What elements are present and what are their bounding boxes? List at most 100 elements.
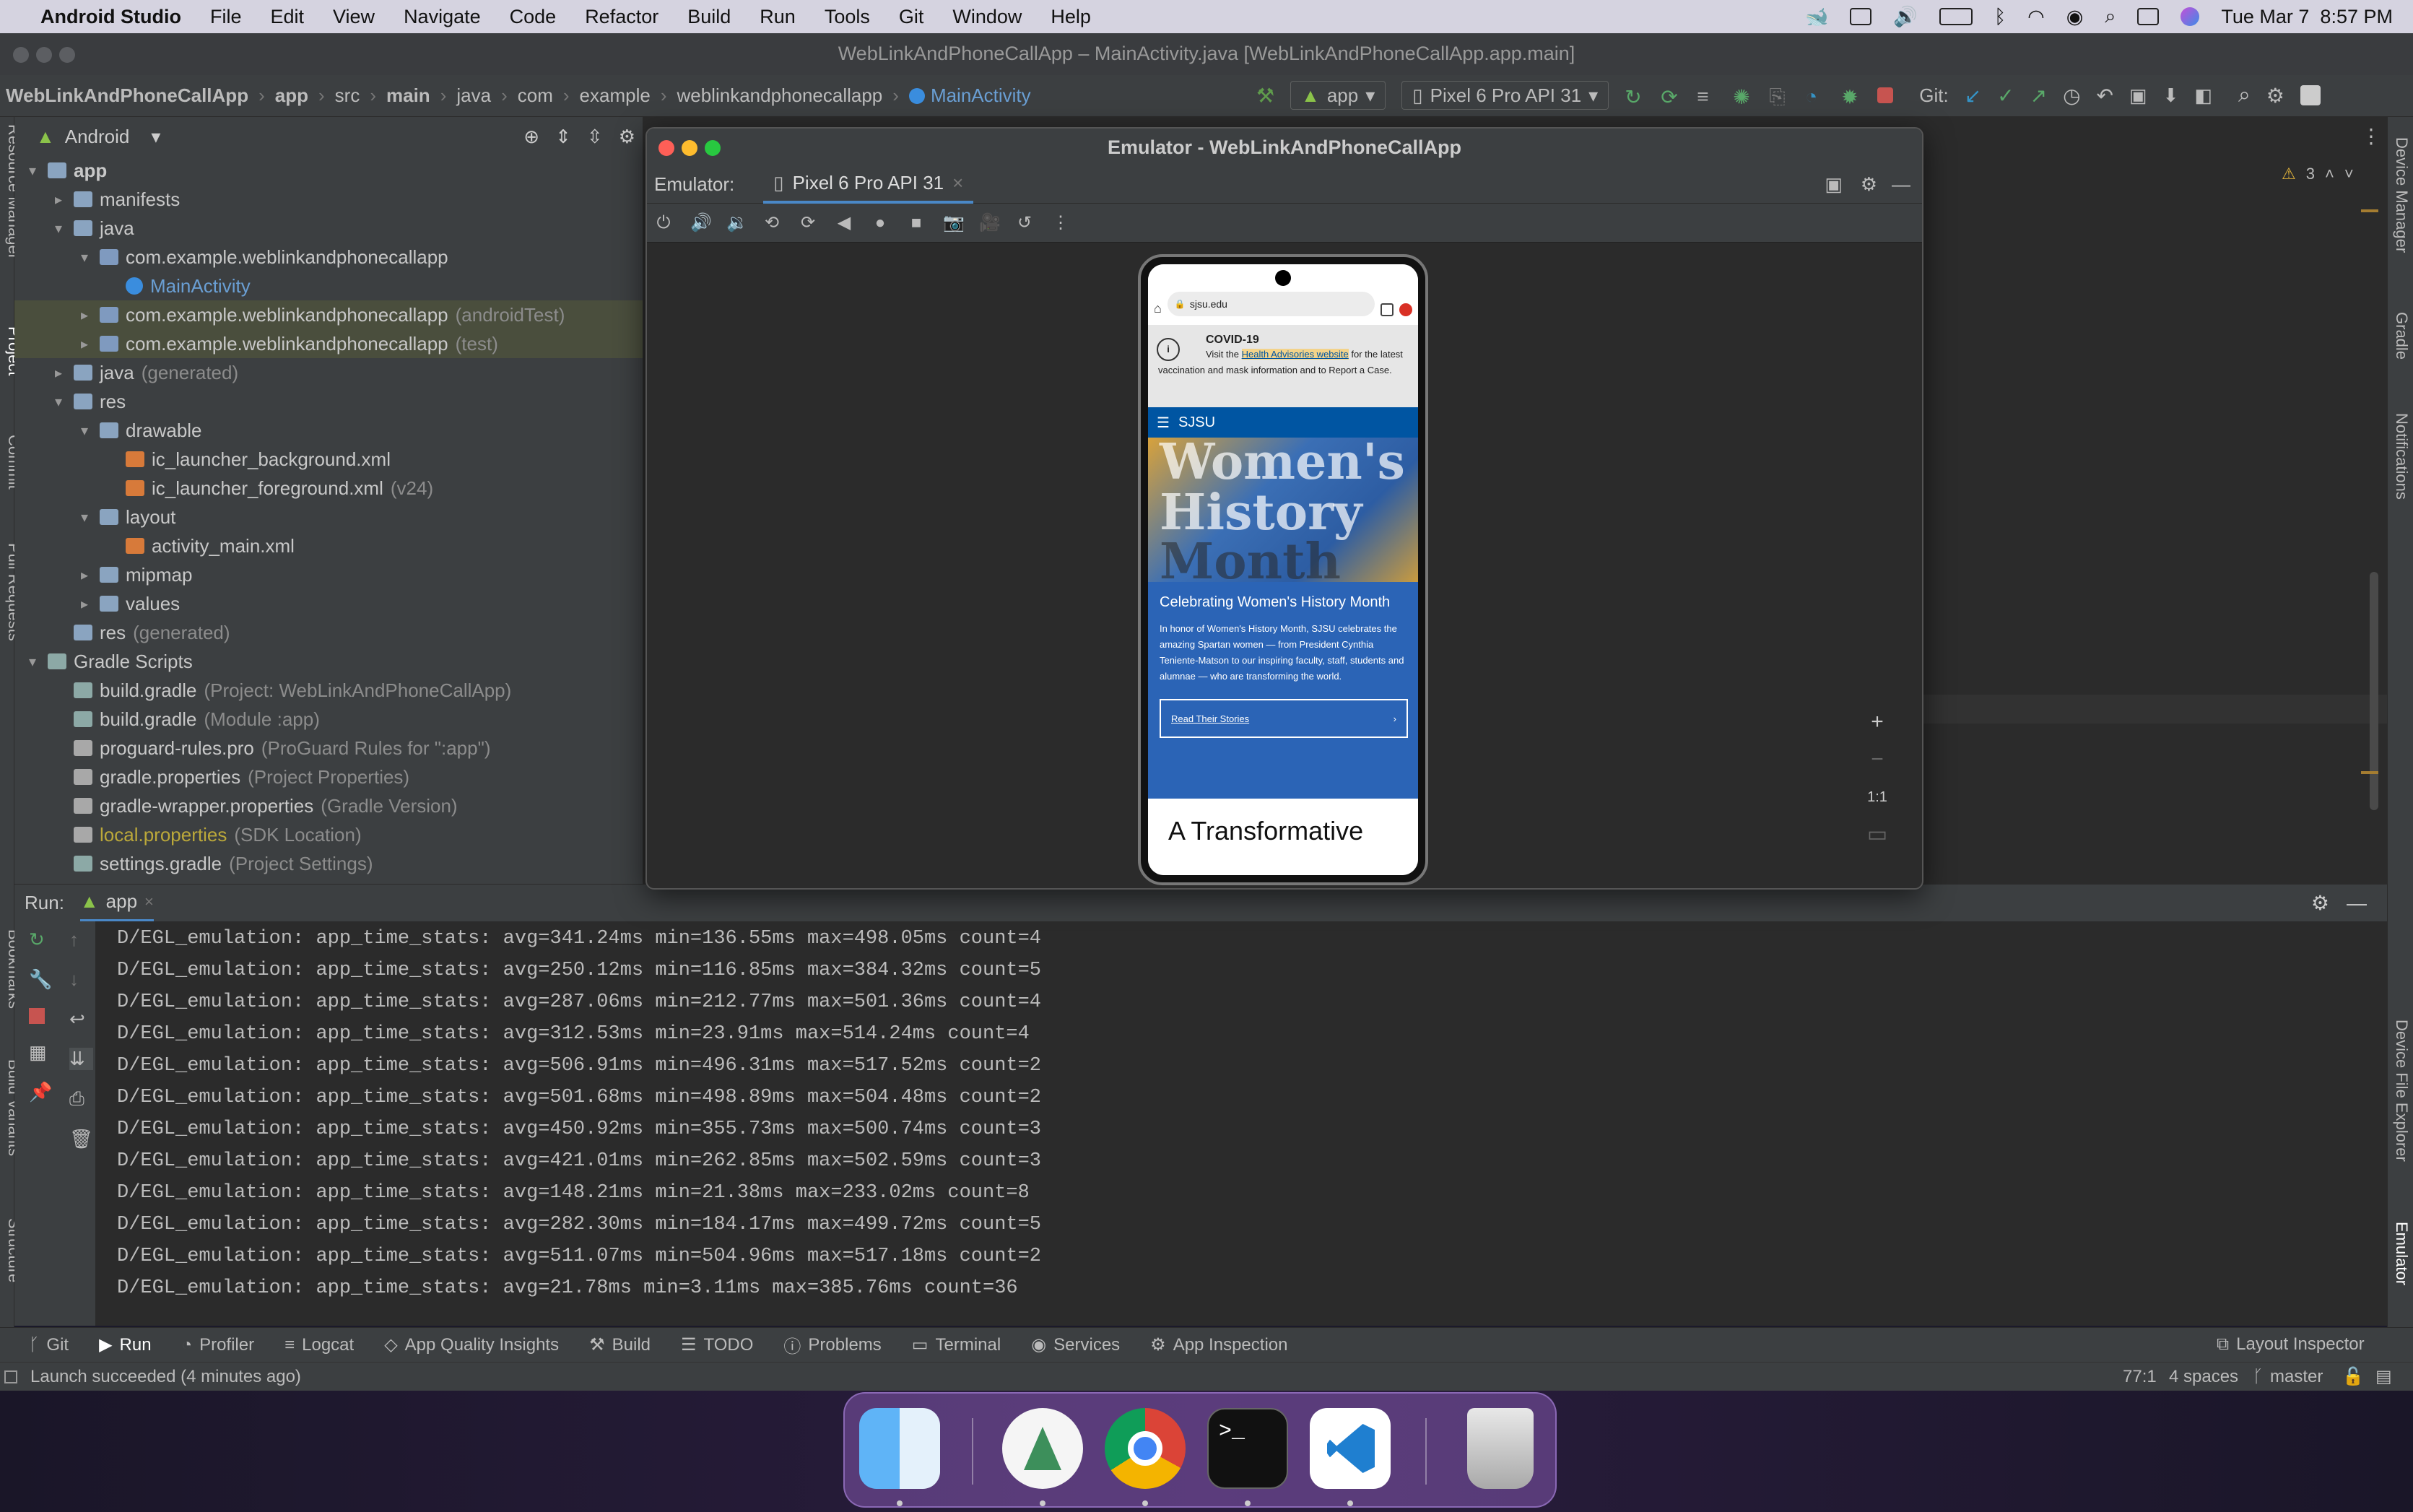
trash-icon[interactable]: 🗑 — [69, 1128, 93, 1150]
gear-icon[interactable]: ⚙ — [619, 126, 635, 148]
tree-item[interactable]: build.gradle (Module :app) — [14, 705, 643, 734]
git-push-icon[interactable]: ↗ — [2030, 84, 2047, 108]
docker-icon[interactable]: 🐋 — [1805, 6, 1828, 28]
history-icon[interactable]: ◷ — [2063, 84, 2080, 108]
android-studio-icon[interactable] — [1002, 1408, 1083, 1489]
search-icon[interactable]: ⌕ — [2238, 83, 2251, 108]
lock-icon[interactable]: 🔓 — [2342, 1366, 2364, 1387]
back-icon[interactable]: ◀ — [835, 213, 853, 233]
device-select[interactable]: ▯ Pixel 6 Pro API 31 ▾ — [1401, 81, 1609, 110]
settings-icon[interactable]: ⚙ — [2266, 84, 2284, 108]
datetime[interactable]: Tue Mar 7 8:57 PM — [2221, 6, 2393, 28]
sdk-manager-icon[interactable]: ⬇ — [2163, 84, 2179, 107]
menu-git[interactable]: Git — [899, 6, 924, 28]
soft-wrap-icon[interactable]: ↩ — [69, 1008, 93, 1030]
menu-window[interactable]: Window — [952, 6, 1022, 28]
tree-item[interactable]: ▾ res — [14, 387, 643, 416]
tool-tab-build[interactable]: ⚒ Build — [589, 1334, 651, 1355]
kebab-menu-icon[interactable]: ⋮ — [2361, 124, 2381, 148]
tree-item[interactable]: ▾ Gradle Scripts — [14, 647, 643, 676]
status-message[interactable]: Launch succeeded (4 minutes ago) — [30, 1367, 301, 1387]
rotate-right-icon[interactable]: ⟳ — [799, 213, 817, 233]
screen-record-icon[interactable]: 🎥 — [979, 213, 1001, 233]
menu-refactor[interactable]: Refactor — [585, 6, 658, 28]
run-console[interactable]: D/EGL_emulation: app_time_stats: avg=341… — [95, 921, 2387, 1326]
git-update-icon[interactable]: ↙ — [1965, 84, 1981, 108]
volume-up-icon[interactable]: 🔊 — [690, 213, 712, 233]
memory-icon[interactable]: ▤ — [2375, 1366, 2392, 1387]
debug-icon[interactable]: ✺ — [1733, 85, 1753, 108]
minimize-icon[interactable]: — — [1892, 173, 1910, 196]
close-window-button[interactable] — [658, 140, 674, 156]
tree-item[interactable]: ▸ mipmap — [14, 560, 643, 589]
zoom-actual-size-button[interactable]: 1:1 — [1861, 781, 1893, 813]
read-stories-button[interactable]: Read Their Stories › — [1160, 699, 1408, 738]
chevron-down-icon[interactable]: ▾ — [51, 393, 66, 411]
debug-attach-icon[interactable]: ✹ — [1841, 85, 1861, 108]
hamburger-menu-icon[interactable]: ☰ — [1157, 414, 1170, 432]
notifications-tab[interactable]: Notifications — [2392, 413, 2411, 500]
collapse-all-icon[interactable]: ⇳ — [587, 126, 603, 148]
layout-inspector-tab[interactable]: ⧉ Layout Inspector — [2217, 1334, 2365, 1355]
trash-icon[interactable] — [1467, 1408, 1534, 1489]
tool-tab-logcat[interactable]: ≡ Logcat — [284, 1335, 354, 1355]
battery-icon[interactable] — [1939, 8, 1973, 25]
overview-icon[interactable]: ■ — [907, 213, 926, 233]
pin-icon[interactable]: 📌 — [29, 1081, 52, 1103]
breadcrumb-item[interactable]: example — [580, 84, 651, 107]
more-icon[interactable]: ⋮ — [1051, 213, 1070, 233]
status-panel-icon[interactable] — [4, 1370, 17, 1383]
menu-code[interactable]: Code — [510, 6, 557, 28]
wrench-icon[interactable]: 🔧 — [29, 968, 52, 991]
tree-item[interactable]: local.properties (SDK Location) — [14, 820, 643, 849]
editor-scrollbar[interactable] — [2370, 572, 2378, 810]
arrow-down-icon[interactable]: ↓ — [69, 968, 93, 991]
zoom-fit-icon[interactable]: ▭ — [1861, 819, 1893, 851]
attach-debugger-icon[interactable]: ⎘ — [1769, 85, 1789, 108]
breadcrumb-item[interactable]: weblinkandphonecallapp — [677, 84, 882, 107]
menu-run[interactable]: Run — [760, 6, 796, 28]
screenshot-icon[interactable]: 📷 — [943, 213, 965, 233]
tree-item[interactable]: gradle-wrapper.properties (Gradle Version… — [14, 791, 643, 820]
chevron-right-icon[interactable]: ▸ — [51, 191, 66, 209]
tree-item[interactable]: build.gradle (Project: WebLinkAndPhoneCal… — [14, 676, 643, 705]
minimize-window-button[interactable] — [682, 140, 697, 156]
tool-tab-git[interactable]: ᚴ Git — [29, 1335, 69, 1355]
rotate-left-icon[interactable]: ⟲ — [762, 213, 781, 233]
finder-icon[interactable] — [859, 1408, 940, 1489]
breadcrumb-item[interactable]: WebLinkAndPhoneCallApp — [6, 84, 248, 107]
terminal-icon[interactable]: >_ — [1207, 1408, 1288, 1489]
coverage-icon[interactable]: ≡ — [1697, 85, 1717, 108]
tree-item[interactable]: proguard-rules.pro (ProGuard Rules for ":… — [14, 734, 643, 762]
rerun-icon[interactable]: ↻ — [1625, 85, 1645, 108]
bluetooth-icon[interactable]: ᛒ — [1994, 6, 2006, 28]
device-manager-tab[interactable]: Device Manager — [2392, 137, 2411, 253]
zoom-in-icon[interactable]: + — [1861, 706, 1893, 738]
tree-item[interactable]: ▸ com.example.weblinkandphonecallapp (andr… — [14, 300, 643, 329]
tool-tab-services[interactable]: ◉ Services — [1031, 1334, 1120, 1355]
menu-file[interactable]: File — [210, 6, 242, 28]
tree-item[interactable]: ic_launcher_foreground.xml (v24) — [14, 474, 643, 503]
run-config-select[interactable]: ▲ app ▾ — [1290, 81, 1386, 110]
siri-icon[interactable] — [2181, 7, 2200, 26]
locate-icon[interactable]: ⊕ — [523, 126, 539, 148]
caret-position[interactable]: 77:1 — [2123, 1367, 2157, 1387]
chevron-down-icon[interactable]: ▾ — [77, 508, 92, 526]
chevron-down-icon[interactable]: ▾ — [77, 422, 92, 440]
wifi-icon[interactable]: ◠ — [2027, 6, 2045, 28]
chevron-down-icon[interactable]: ▾ — [77, 248, 92, 266]
hammer-icon[interactable]: ⚒ — [1256, 84, 1274, 108]
app-menu[interactable]: Android Studio — [40, 6, 181, 28]
indent-setting[interactable]: 4 spaces — [2169, 1367, 2238, 1387]
profile-icon[interactable]: ◔ — [1805, 85, 1825, 108]
menu-help[interactable]: Help — [1051, 6, 1091, 28]
browser-menu-icon[interactable] — [1399, 303, 1412, 316]
chevron-right-icon[interactable]: ▸ — [77, 566, 92, 584]
rollback-icon[interactable]: ↶ — [2097, 84, 2113, 108]
chevron-down-icon[interactable]: ▾ — [25, 653, 40, 671]
volume-down-icon[interactable]: 🔉 — [726, 213, 748, 233]
tree-item[interactable]: res (generated) — [14, 618, 643, 647]
breadcrumb-item[interactable]: java — [456, 84, 491, 107]
tree-item[interactable]: ▾ java — [14, 214, 643, 243]
tool-tab-run[interactable]: ▶ Run — [99, 1334, 152, 1355]
